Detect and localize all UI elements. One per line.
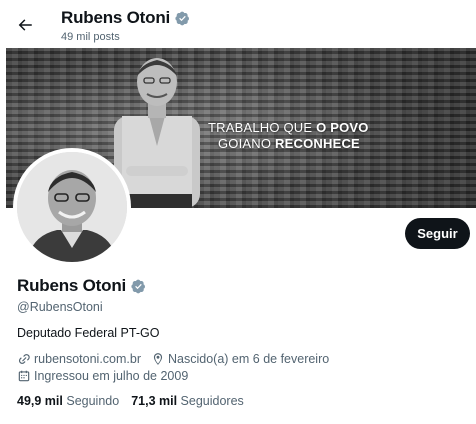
- following-link[interactable]: 49,9 mil Seguindo: [17, 394, 119, 408]
- banner-slogan-line1: TRABALHO QUE: [208, 120, 317, 135]
- verified-badge-icon[interactable]: [175, 11, 190, 26]
- profile-name: Rubens Otoni: [17, 276, 127, 295]
- calendar-icon: [17, 369, 31, 383]
- website-link[interactable]: rubensotoni.com.br: [34, 352, 141, 366]
- profile-handle: @RubensOtoni: [17, 300, 103, 314]
- banner-slogan-line1-bold: O POVO: [316, 120, 369, 135]
- follow-stats: 49,9 mil Seguindo 71,3 mil Seguidores: [17, 394, 256, 408]
- following-count: 49,9 mil: [17, 394, 63, 408]
- profile-meta-row: rubensotoni.com.br Nascido(a) em 6 de fe…: [17, 352, 329, 366]
- profile-bio: Deputado Federal PT-GO: [17, 326, 160, 340]
- follow-button[interactable]: Seguir: [405, 218, 470, 249]
- avatar-photo: [17, 152, 127, 262]
- header-title: Rubens Otoni: [61, 8, 171, 27]
- location-pin-icon: [151, 352, 165, 366]
- banner-slogan-line2-bold: RECONHECE: [275, 136, 360, 151]
- banner-slogan-line2: GOIANO: [218, 136, 276, 151]
- verified-badge-icon[interactable]: [131, 279, 146, 294]
- followers-count: 71,3 mil: [131, 394, 178, 408]
- birthday-text: Nascido(a) em 6 de fevereiro: [168, 352, 330, 366]
- link-icon: [17, 352, 31, 366]
- profile-name-row: Rubens Otoni: [17, 276, 146, 296]
- back-button[interactable]: [12, 12, 38, 38]
- profile-joined-row: Ingressou em julho de 2009: [17, 369, 188, 383]
- avatar[interactable]: [13, 148, 131, 266]
- joined-text: Ingressou em julho de 2009: [34, 369, 189, 383]
- following-label: Seguindo: [66, 394, 120, 408]
- post-count: 49 mil posts: [61, 31, 120, 43]
- top-bar: Rubens Otoni 49 mil posts: [0, 0, 476, 48]
- followers-link[interactable]: 71,3 mil Seguidores: [131, 394, 244, 408]
- followers-label: Seguidores: [180, 394, 244, 408]
- header-title-row: Rubens Otoni: [61, 8, 190, 28]
- arrow-left-icon: [18, 19, 32, 31]
